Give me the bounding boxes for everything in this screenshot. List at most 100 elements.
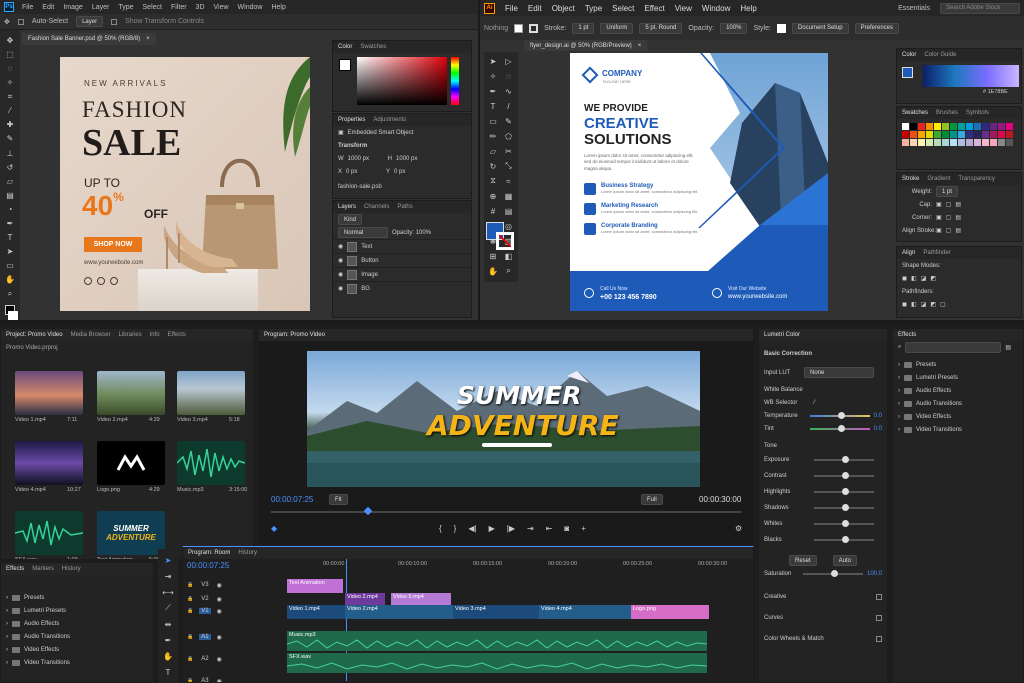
tab-layers[interactable]: Layers — [338, 204, 356, 210]
crop-icon[interactable]: ◩ — [930, 301, 936, 308]
tab-media-browser[interactable]: Media Browser — [71, 332, 111, 338]
color-swatch[interactable] — [974, 139, 981, 146]
eyedropper-icon[interactable]: ⁄ — [3, 104, 17, 117]
color-swatch[interactable] — [950, 131, 957, 138]
scale-icon[interactable]: ⤡ — [502, 159, 516, 173]
whites-slider[interactable] — [814, 520, 874, 527]
magic-wand-icon[interactable]: ✧ — [3, 76, 17, 89]
color-spectrum[interactable] — [923, 65, 1019, 87]
path-select-icon[interactable]: ➤ — [3, 245, 17, 258]
width-icon[interactable]: ⧖ — [486, 174, 500, 188]
media-thumb-sfx[interactable] — [15, 511, 83, 555]
color-wheels-section[interactable]: Color Wheels & Match — [764, 636, 824, 642]
color-swatch[interactable] — [998, 139, 1005, 146]
tab-swatches[interactable]: Swatches — [360, 44, 386, 50]
tab-paths[interactable]: Paths — [397, 204, 412, 210]
selection-icon[interactable]: ➤ — [486, 54, 500, 68]
color-swatch[interactable] — [958, 131, 965, 138]
hand-icon[interactable]: ✋ — [3, 273, 17, 286]
artboard-icon[interactable]: ⊞ — [486, 249, 500, 263]
round-cap-icon[interactable]: ▢ — [946, 201, 952, 208]
trim-icon[interactable]: ◧ — [911, 301, 917, 308]
effects-folder[interactable]: › Video Effects — [893, 410, 1023, 423]
h-value[interactable]: 1000 px — [396, 156, 417, 162]
resolution-select[interactable]: Full — [641, 494, 663, 505]
track-header[interactable]: 🔒 V3 ◉ — [187, 579, 283, 591]
curves-toggle-checkbox[interactable] — [876, 614, 882, 621]
zoom-icon[interactable]: ⌕ — [3, 287, 17, 300]
color-swatch[interactable] — [966, 139, 973, 146]
type-icon[interactable]: T — [486, 99, 500, 113]
color-swatch[interactable] — [958, 139, 965, 146]
tab-color-guide[interactable]: Color Guide — [924, 52, 956, 58]
round-join-icon[interactable]: ▢ — [946, 214, 952, 221]
paintbrush-icon[interactable]: ✎ — [502, 114, 516, 128]
stamp-icon[interactable]: ⊥ — [3, 147, 17, 160]
overwrite-icon[interactable]: ⇤ — [546, 524, 553, 533]
color-swatch[interactable] — [982, 123, 989, 130]
auto-select-checkbox[interactable] — [17, 18, 24, 25]
media-thumb-music[interactable] — [177, 441, 245, 485]
effects-folder[interactable]: › Video Transitions — [893, 423, 1023, 436]
layer-row[interactable]: ◉ Button — [333, 253, 471, 267]
blacks-slider[interactable] — [814, 536, 874, 543]
wheels-toggle-checkbox[interactable] — [876, 635, 882, 642]
effects-search-input[interactable] — [905, 342, 1002, 353]
x-value[interactable]: 0 px — [346, 169, 382, 175]
temperature-slider[interactable] — [809, 411, 870, 419]
ai-menu-help[interactable]: Help — [740, 4, 756, 13]
pen-icon[interactable]: ✒ — [3, 217, 17, 230]
flyer-artboard[interactable]: COMPANY TAGLINE HERE WE PROVIDE CREATIVE… — [570, 53, 828, 311]
intersect-icon[interactable]: ◪ — [921, 275, 927, 282]
saturation-value[interactable]: 100.0 — [867, 571, 882, 577]
color-swatch[interactable] — [966, 131, 973, 138]
brush-select[interactable]: 5 pt. Round — [639, 22, 683, 34]
tab-color[interactable]: Color — [902, 52, 916, 58]
track-lock-icon[interactable]: 🔒 — [187, 596, 193, 602]
ai-menu-object[interactable]: Object — [552, 4, 575, 13]
export-frame-icon[interactable]: ◙ — [564, 524, 569, 533]
document-setup-button[interactable]: Document Setup — [791, 22, 849, 34]
layer-row[interactable]: ◉ BG — [333, 281, 471, 295]
effects-folder[interactable]: › Audio Effects — [893, 384, 1023, 397]
divide-icon[interactable]: ◼ — [902, 301, 907, 308]
color-swatch[interactable] — [990, 131, 997, 138]
color-swatch[interactable] — [942, 123, 949, 130]
healing-icon[interactable]: ✚ — [3, 118, 17, 131]
step-forward-icon[interactable]: |▶ — [507, 524, 515, 533]
merge-icon[interactable]: ◪ — [921, 301, 927, 308]
brush-icon[interactable]: ✎ — [3, 132, 17, 145]
slice-icon[interactable]: ◧ — [502, 249, 516, 263]
shape-builder-icon[interactable]: ⊕ — [486, 189, 500, 203]
color-swatch[interactable] — [958, 123, 965, 130]
align-center-icon[interactable]: ▣ — [936, 227, 942, 234]
color-swatch[interactable] — [950, 139, 957, 146]
eyedropper-icon[interactable]: ⁄ — [814, 400, 815, 406]
unite-icon[interactable]: ◼ — [902, 275, 907, 282]
track-eye-icon[interactable]: ◉ — [217, 608, 222, 615]
tab-properties[interactable]: Properties — [338, 117, 365, 123]
effects-folder[interactable]: › Audio Transitions — [893, 397, 1023, 410]
blur-icon[interactable]: ◔ — [3, 203, 17, 216]
blend-mode-select[interactable]: Normal — [338, 227, 388, 238]
ps-menu-file[interactable]: File — [22, 4, 33, 11]
ai-stroke-swatch-large[interactable] — [496, 232, 514, 250]
ps-doc-tab[interactable]: Fashion Sale Banner.psd @ 50% (RGB/8) × — [22, 33, 156, 45]
highlights-slider[interactable] — [814, 488, 874, 495]
layer-row[interactable]: ◉ Text — [333, 239, 471, 253]
align-inside-icon[interactable]: ▢ — [946, 227, 952, 234]
basic-correction-header[interactable]: Basic Correction — [759, 347, 887, 360]
tab-color[interactable]: Color — [338, 44, 352, 50]
direct-selection-icon[interactable]: ▷ — [502, 54, 516, 68]
gradient-icon[interactable]: ▤ — [3, 189, 17, 202]
fill-swatch[interactable] — [514, 23, 524, 33]
track-eye-icon[interactable]: ◉ — [217, 656, 222, 663]
color-swatch[interactable] — [982, 139, 989, 146]
color-swatch[interactable] — [926, 139, 933, 146]
input-lut-select[interactable]: None — [804, 367, 874, 378]
scissors-icon[interactable]: ✂ — [502, 144, 516, 158]
eraser-icon[interactable]: ▱ — [486, 144, 500, 158]
hand-icon[interactable]: ✋ — [161, 649, 175, 663]
timeline-timecode[interactable]: 00:00:07:25 — [187, 561, 287, 570]
media-thumb-video4[interactable] — [15, 441, 83, 485]
